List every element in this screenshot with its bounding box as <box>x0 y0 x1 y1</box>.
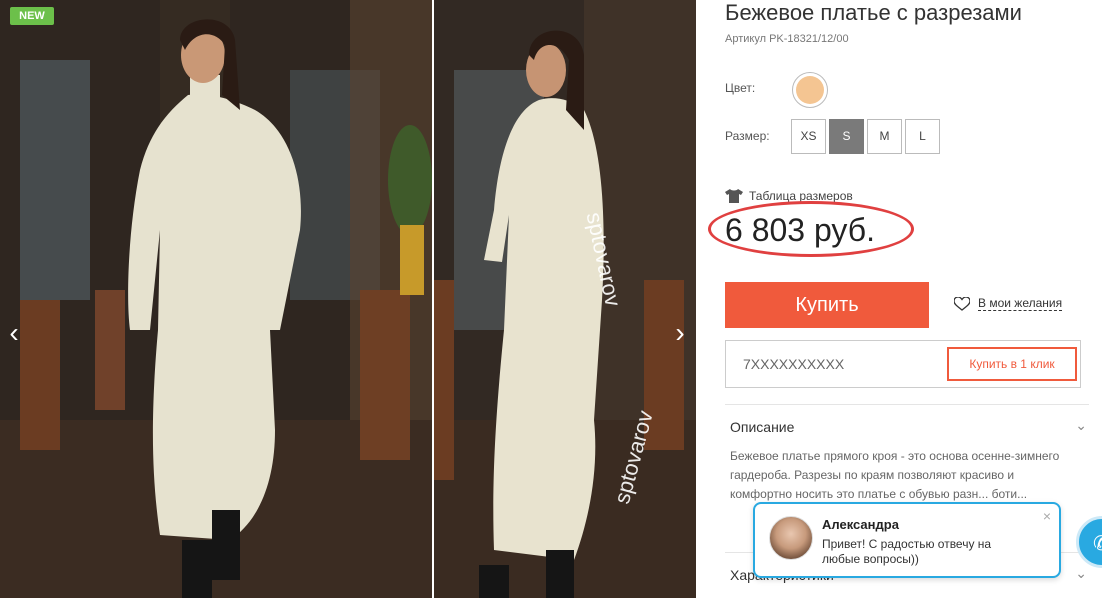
size-option-l[interactable]: L <box>905 119 940 154</box>
wishlist-link[interactable]: В мои желания <box>954 296 1063 311</box>
phone-input[interactable] <box>727 342 937 386</box>
description-accordion[interactable]: Описание ⌄ <box>725 404 1089 442</box>
photo-front-illustration <box>0 0 432 598</box>
size-option-xs[interactable]: XS <box>791 119 826 154</box>
product-title: Бежевое платье с разрезами <box>725 0 1022 25</box>
color-swatch <box>796 76 824 104</box>
product-photo-side[interactable]: sptovarov sptovarov › <box>434 0 696 598</box>
buy-button[interactable]: Купить <box>725 282 929 328</box>
color-label: Цвет: <box>725 81 756 95</box>
color-swatch-option[interactable] <box>792 72 828 108</box>
prev-photo-button[interactable]: ‹ <box>4 318 24 348</box>
size-option-m[interactable]: M <box>867 119 902 154</box>
next-photo-button[interactable]: › <box>670 318 690 348</box>
product-gallery: NEW ‹ sptovarov sptovarov › <box>0 0 696 598</box>
product-photo-front[interactable]: NEW ‹ <box>0 0 432 598</box>
price-highlight-ring <box>708 201 914 257</box>
wishlist-label: В мои желания <box>978 296 1063 311</box>
photo-side-illustration <box>434 0 696 598</box>
one-click-form: Купить в 1 клик <box>725 340 1081 388</box>
operator-name: Александра <box>822 517 899 532</box>
chat-icon: ✆ <box>1093 533 1102 555</box>
buy-one-click-button[interactable]: Купить в 1 клик <box>947 347 1077 381</box>
new-badge: NEW <box>10 7 54 25</box>
chevron-down-icon: ⌄ <box>1075 565 1087 581</box>
operator-avatar <box>769 516 813 560</box>
description-title: Описание <box>730 419 795 435</box>
chat-popup[interactable]: Александра Привет! С радостью отвечу на … <box>753 502 1061 578</box>
chat-message: Привет! С радостью отвечу на любые вопро… <box>822 537 992 566</box>
product-sku: Артикул PK-18321/12/00 <box>725 33 849 45</box>
description-text: Бежевое платье прямого кроя - это основа… <box>730 449 1060 501</box>
size-label: Размер: <box>725 129 770 143</box>
heart-icon <box>954 296 970 311</box>
size-selector: XS S M L <box>791 119 940 154</box>
close-icon[interactable]: × <box>1043 508 1051 524</box>
tshirt-icon <box>725 189 743 203</box>
size-option-s[interactable]: S <box>829 119 864 154</box>
chevron-down-icon: ⌄ <box>1075 417 1087 433</box>
